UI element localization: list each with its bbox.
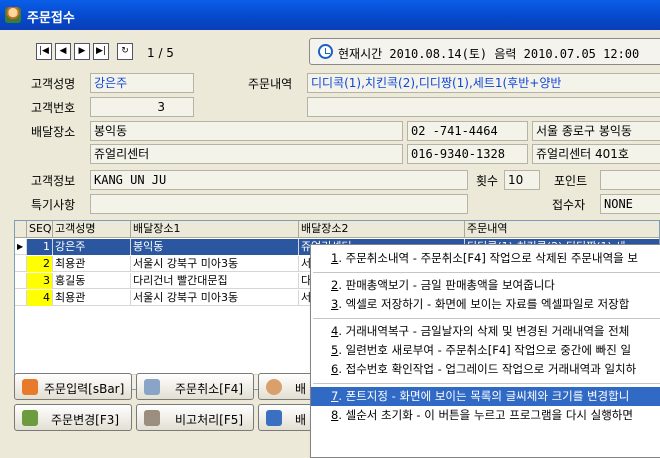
- refresh-button[interactable]: ↻: [117, 43, 133, 60]
- cell-seq: 1: [27, 239, 53, 255]
- count-label: 횟수: [476, 174, 499, 188]
- pencil-icon: [22, 379, 38, 395]
- printer-icon: [144, 379, 160, 395]
- delivery-label: 배달장소: [31, 125, 76, 139]
- menu-item-text: . 접수번호 확인작업 - 업그레이드 작업으로 거래내역과 일치하: [338, 362, 637, 376]
- menu-item-cancel-history[interactable]: 1. 주문취소내역 - 주문취소[F4] 작업으로 삭제된 주문내역을 보: [311, 249, 660, 268]
- title-bar: 주문접수: [0, 0, 660, 30]
- cell-addr1: 서울시 강북구 미아3동: [131, 290, 299, 306]
- window-icon: [266, 410, 282, 426]
- current-time-button[interactable]: 현재시간 2010.08.14(토) 음력 2010.07.05 12:00: [309, 38, 660, 65]
- pen-icon: [144, 410, 160, 426]
- menu-separator: [313, 318, 660, 319]
- menu-item-sales-total[interactable]: 2. 판매총액보기 - 금일 판매총액을 보여줍니다: [311, 276, 660, 295]
- receiver-label: 접수자: [552, 198, 586, 212]
- menu-item-renumber[interactable]: 5. 일련번호 새로부여 - 주문취소[F4] 작업으로 중간에 빠진 일: [311, 341, 660, 360]
- cell-seq: 3: [27, 273, 53, 289]
- address2-field[interactable]: 쥬얼리센터: [90, 144, 403, 164]
- cell-seq: 4: [27, 290, 53, 306]
- menu-item-text: . 폰트지정 - 화면에 보이는 목록의 글씨체와 크기를 변경합니: [338, 389, 630, 403]
- last-record-button[interactable]: ▶|: [93, 43, 109, 60]
- menu-item-text: . 셀순서 초기화 - 이 버튼을 누르고 프로그램을 다시 실행하면: [338, 408, 633, 422]
- person-icon: [266, 379, 282, 395]
- row-indicator: [15, 290, 27, 306]
- col-addr2[interactable]: 배달장소2: [299, 221, 465, 238]
- grid-header: SEQ 고객성명 배달장소1 배달장소2 주문내역: [15, 221, 659, 238]
- special-field[interactable]: [90, 194, 468, 214]
- cell-name: 홍길동: [53, 273, 131, 289]
- menu-item-restore[interactable]: 4. 거래내역복구 - 금일날자의 삭제 및 변경된 거래내역을 전체: [311, 322, 660, 341]
- menu-item-text: . 일련번호 새로부여 - 주문취소[F4] 작업으로 중간에 빠진 일: [338, 343, 632, 357]
- order-detail-label: 주문내역: [248, 77, 293, 91]
- customer-no-label: 고객번호: [31, 101, 76, 115]
- first-record-button[interactable]: |◀: [36, 43, 52, 60]
- current-time-text: 현재시간 2010.08.14(토) 음력 2010.07.05 12:00: [338, 47, 640, 61]
- count-field[interactable]: 10: [504, 170, 540, 190]
- cell-seq: 2: [27, 256, 53, 272]
- row-indicator-icon: ▶: [15, 239, 27, 255]
- cell-addr1: 봉익동: [131, 239, 299, 255]
- cell-name: 강은주: [53, 239, 131, 255]
- remark-label: 비고처리[F5]: [175, 413, 244, 427]
- order-form: |◀ ◀ ▶ ▶| ↻ 1 / 5 현재시간 2010.08.14(토) 음력 …: [4, 30, 660, 458]
- menu-item-font[interactable]: 7. 폰트지정 - 화면에 보이는 목록의 글씨체와 크기를 변경합니: [311, 387, 660, 406]
- order-cancel-label: 주문취소[F4]: [175, 382, 244, 396]
- col-addr1[interactable]: 배달장소1: [131, 221, 299, 238]
- phone2-field[interactable]: 016-9340-1328: [407, 144, 528, 164]
- next-record-button[interactable]: ▶: [74, 43, 90, 60]
- order-input-button[interactable]: 주문입력[sBar]: [14, 373, 132, 400]
- phone1-field[interactable]: 02 -741-4464: [407, 121, 528, 141]
- cell-addr1: 다리건너 빨간대문집: [131, 273, 299, 289]
- customer-info-label: 고객정보: [31, 174, 76, 188]
- customer-name-label: 고객성명: [31, 77, 76, 91]
- clock-icon: [318, 44, 333, 59]
- context-menu: 1. 주문취소내역 - 주문취소[F4] 작업으로 삭제된 주문내역을 보 2.…: [310, 244, 660, 458]
- address1b-field[interactable]: 서울 종로구 봉익동: [532, 121, 660, 141]
- receiver-field[interactable]: NONE: [600, 194, 660, 214]
- address1-field[interactable]: 봉익동: [90, 121, 403, 141]
- cell-addr1: 서울시 강북구 미아3동: [131, 256, 299, 272]
- menu-item-text: . 주문취소내역 - 주문취소[F4] 작업으로 삭제된 주문내역을 보: [338, 251, 638, 265]
- menu-item-reset-cells[interactable]: 8. 셀순서 초기화 - 이 버튼을 누르고 프로그램을 다시 실행하면: [311, 406, 660, 425]
- row-indicator: [15, 256, 27, 272]
- cell-name: 최용관: [53, 256, 131, 272]
- page-info: 1 / 5: [147, 46, 174, 60]
- delivery-label-1: 배: [295, 382, 307, 396]
- menu-item-text: . 엑셀로 저장하기 - 화면에 보이는 자료를 엑셀파일로 저장합: [338, 297, 630, 311]
- address2b-field[interactable]: 쥬얼리센터 401호: [532, 144, 660, 164]
- delivery-label-2: 배: [295, 413, 307, 427]
- delivery-button[interactable]: 배: [258, 373, 318, 400]
- point-field[interactable]: [600, 170, 660, 190]
- app-icon: [5, 7, 21, 23]
- order-change-label: 주문변경[F3]: [51, 413, 120, 427]
- menu-separator: [313, 272, 660, 273]
- order-cancel-button[interactable]: 주문취소[F4]: [136, 373, 254, 400]
- order-change-button[interactable]: 주문변경[F3]: [14, 404, 132, 431]
- menu-separator: [313, 383, 660, 384]
- menu-item-receipt-check[interactable]: 6. 접수번호 확인작업 - 업그레이드 작업으로 거래내역과 일치하: [311, 360, 660, 379]
- edit-form-icon: [22, 410, 38, 426]
- row-indicator: [15, 273, 27, 289]
- menu-item-text: . 거래내역복구 - 금일날자의 삭제 및 변경된 거래내역을 전체: [338, 324, 630, 338]
- menu-item-text: . 판매총액보기 - 금일 판매총액을 보여줍니다: [338, 278, 555, 292]
- col-name[interactable]: 고객성명: [53, 221, 131, 238]
- row-indicator-header: [15, 221, 27, 238]
- col-seq[interactable]: SEQ: [27, 221, 53, 238]
- special-label: 특기사항: [31, 198, 76, 212]
- customer-name-field[interactable]: 강은주: [90, 73, 194, 93]
- cell-name: 최용관: [53, 290, 131, 306]
- point-label: 포인트: [554, 174, 588, 188]
- prev-record-button[interactable]: ◀: [55, 43, 71, 60]
- order-detail-field[interactable]: 디디콕(1),치킨콕(2),디디짱(1),세트1(후반+양반: [307, 73, 660, 93]
- customer-no-field[interactable]: 3: [90, 97, 194, 117]
- delivery-button-2[interactable]: 배: [258, 404, 318, 431]
- window-title: 주문접수: [27, 11, 75, 26]
- menu-item-excel-export[interactable]: 3. 엑셀로 저장하기 - 화면에 보이는 자료를 엑셀파일로 저장합: [311, 295, 660, 314]
- col-order[interactable]: 주문내역: [465, 221, 659, 238]
- remark-button[interactable]: 비고처리[F5]: [136, 404, 254, 431]
- order-input-label: 주문입력[sBar]: [44, 382, 125, 396]
- customer-info-field[interactable]: KANG UN JU: [90, 170, 468, 190]
- order-detail-extra-field[interactable]: [307, 97, 660, 117]
